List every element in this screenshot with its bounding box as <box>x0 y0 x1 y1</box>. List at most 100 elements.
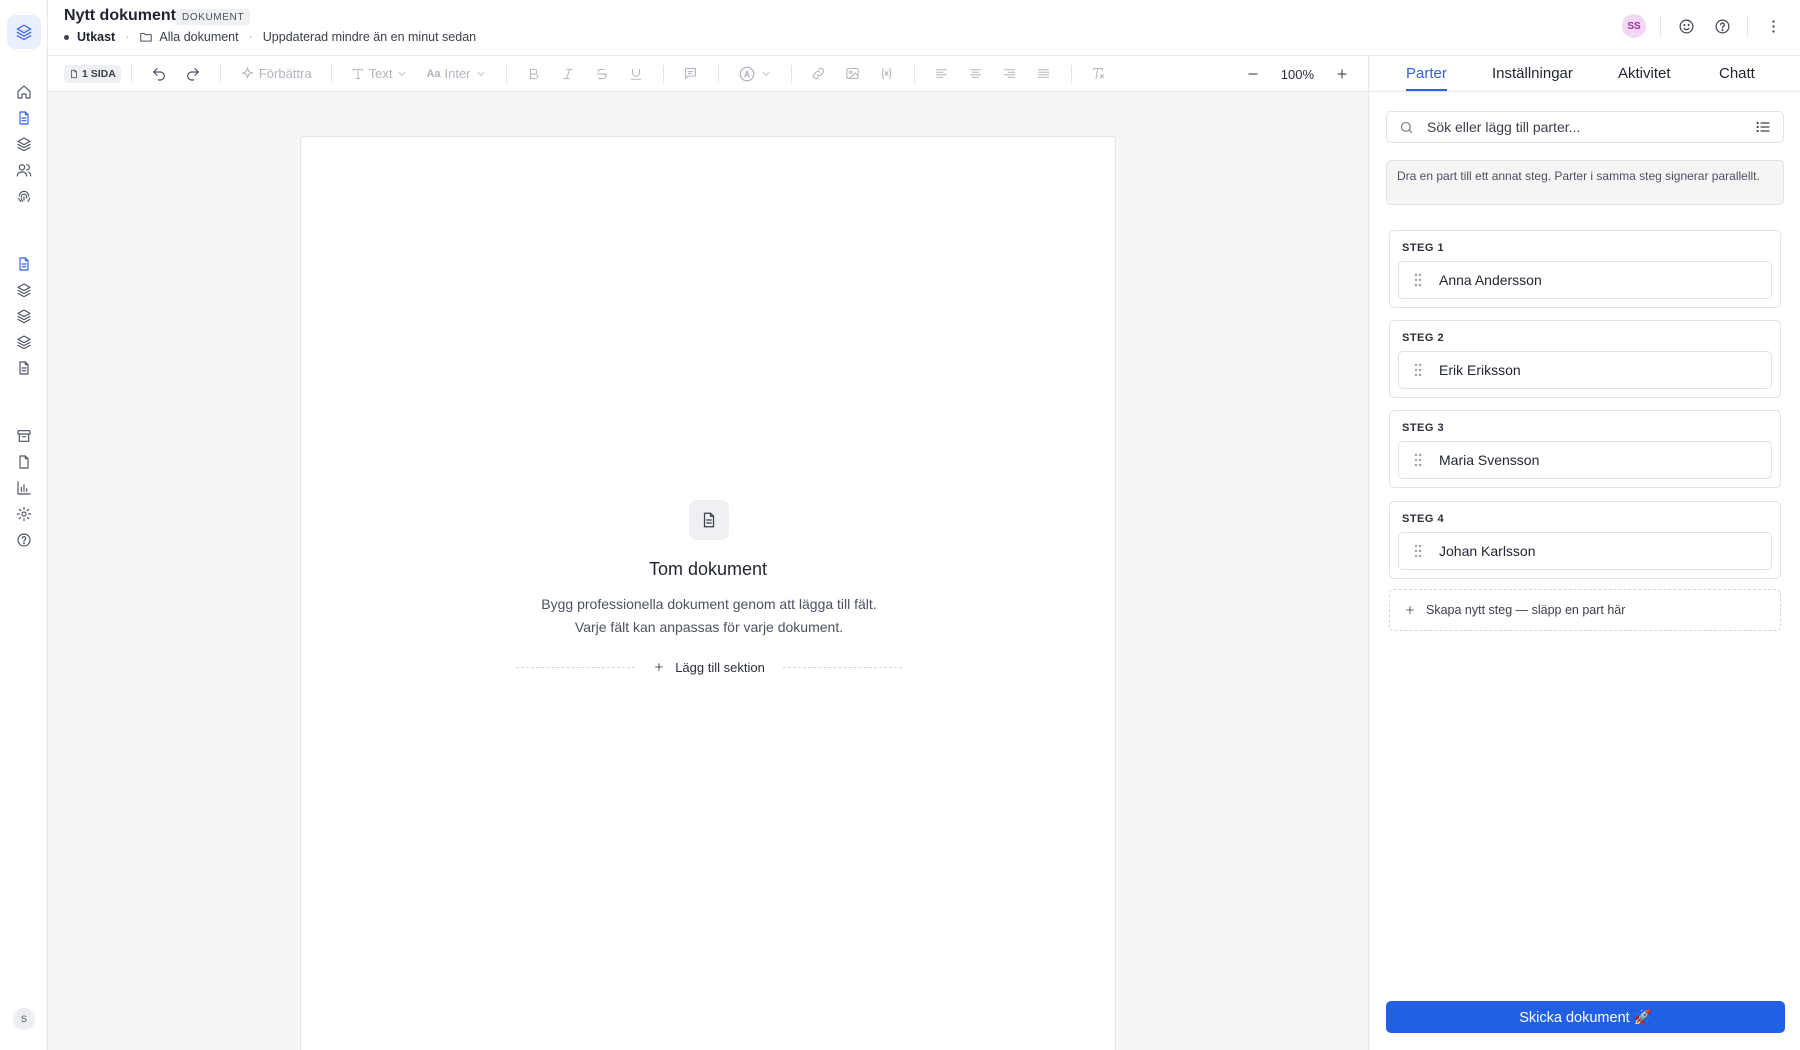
image-icon[interactable] <box>841 62 865 86</box>
step-label: STEG 2 <box>1402 332 1445 344</box>
list-icon[interactable] <box>1755 119 1773 135</box>
toolbar-divider <box>662 64 664 83</box>
signing-order-hint: Dra en part till ett annat steg. Parter … <box>1386 160 1784 205</box>
step-label: STEG 1 <box>1402 242 1445 254</box>
templates-icon[interactable] <box>12 132 36 156</box>
folder-link[interactable]: Alla dokument <box>159 30 238 44</box>
tab-settings[interactable]: Inställningar <box>1492 65 1573 82</box>
parties-panel: Parter Inställningar Aktivitet Chatt Dra… <box>1368 56 1800 1050</box>
add-section-label: Lägg till sektion <box>675 659 765 675</box>
feedback-smiley-icon[interactable] <box>1675 15 1697 37</box>
party-search <box>1386 111 1784 143</box>
archive-icon[interactable] <box>12 424 36 448</box>
tab-chat[interactable]: Chatt <box>1719 65 1755 82</box>
toolbar-divider <box>219 64 221 83</box>
signing-step: STEG 2 Erik Eriksson <box>1389 320 1781 398</box>
document-header: Nytt dokument DOKUMENT Utkast · Alla dok… <box>48 0 1800 56</box>
documents-icon[interactable] <box>12 106 36 130</box>
home-icon[interactable] <box>12 80 36 104</box>
party-name: Maria Svensson <box>1439 452 1540 468</box>
redo-icon[interactable] <box>181 62 205 86</box>
editor-toolbar: 1 SIDA Förbättra Text Aa Inter 100% <box>48 56 1368 92</box>
layers-icon-3[interactable] <box>12 330 36 354</box>
align-justify-icon[interactable] <box>1032 62 1056 86</box>
comment-icon[interactable] <box>679 62 703 86</box>
create-new-step-dropzone[interactable]: Skapa nytt steg — släpp en part här <box>1389 589 1781 631</box>
meta-separator: · <box>248 30 253 44</box>
search-icon <box>1399 120 1415 135</box>
plus-icon <box>655 663 664 671</box>
link-icon[interactable] <box>807 62 831 86</box>
app-logo-icon[interactable] <box>7 15 41 49</box>
zoom-out-icon[interactable] <box>1241 62 1265 86</box>
header-actions: SS <box>1622 14 1784 38</box>
divider <box>1747 16 1748 36</box>
fingerprint-icon[interactable] <box>12 184 36 208</box>
help-circle-icon[interactable] <box>1711 15 1733 37</box>
align-left-icon[interactable] <box>930 62 954 86</box>
step-label: STEG 4 <box>1402 513 1445 525</box>
improve-label: Förbättra <box>258 66 312 81</box>
layers-icon-2[interactable] <box>12 304 36 328</box>
dashed-divider <box>782 666 902 668</box>
italic-icon[interactable] <box>556 62 580 86</box>
drag-handle-icon[interactable] <box>1413 453 1425 467</box>
user-avatar-ss[interactable]: SS <box>1622 14 1646 38</box>
add-section-row: Lägg till sektion <box>516 657 902 677</box>
add-section-button[interactable]: Lägg till sektion <box>635 660 783 675</box>
bold-icon[interactable] <box>522 62 546 86</box>
toolbar-divider <box>790 64 792 83</box>
plus-icon <box>1406 606 1414 614</box>
variable-icon[interactable] <box>875 62 899 86</box>
party-search-input[interactable] <box>1427 119 1755 135</box>
tab-activity[interactable]: Aktivitet <box>1618 65 1671 82</box>
create-new-step-label: Skapa nytt steg — släpp en part här <box>1426 603 1626 617</box>
document-shortcut-icon[interactable] <box>12 252 36 276</box>
dashed-divider <box>516 666 636 668</box>
underline-icon[interactable] <box>624 62 648 86</box>
file-icon[interactable] <box>12 450 36 474</box>
party-card[interactable]: Johan Karlsson <box>1398 532 1772 570</box>
panel-tabs: Parter Inställningar Aktivitet Chatt <box>1369 56 1800 92</box>
improve-button[interactable]: Förbättra <box>236 62 316 86</box>
document-page[interactable]: Tom dokument Bygg professionella dokumen… <box>300 136 1116 1050</box>
help-icon[interactable] <box>12 528 36 552</box>
chevron-down-icon <box>762 71 769 76</box>
user-avatar[interactable]: S <box>13 1008 35 1030</box>
text-color-dropdown[interactable] <box>734 62 776 86</box>
text-style-dropdown[interactable]: Text <box>347 62 413 86</box>
send-document-button[interactable]: Skicka dokument 🚀 <box>1386 1001 1785 1033</box>
page-count-button[interactable]: 1 SIDA <box>64 64 121 83</box>
settings-icon[interactable] <box>12 502 36 526</box>
chart-icon[interactable] <box>12 476 36 500</box>
font-dropdown[interactable]: Aa Inter <box>422 62 490 86</box>
document-canvas: Tom dokument Bygg professionella dokumen… <box>48 92 1368 1050</box>
signing-step: STEG 1 Anna Andersson <box>1389 230 1781 308</box>
toolbar-divider <box>330 64 332 83</box>
divider <box>1660 16 1661 36</box>
toolbar-divider <box>130 64 132 83</box>
align-center-icon[interactable] <box>964 62 988 86</box>
page-title[interactable]: Nytt dokument <box>64 7 176 25</box>
color-circle-icon <box>739 66 754 81</box>
drag-handle-icon[interactable] <box>1413 273 1425 287</box>
signing-step: STEG 3 Maria Svensson <box>1389 410 1781 488</box>
empty-document-icon <box>689 500 729 540</box>
drag-handle-icon[interactable] <box>1413 363 1425 377</box>
undo-icon[interactable] <box>147 62 171 86</box>
file-text-icon[interactable] <box>12 356 36 380</box>
tab-parties[interactable]: Parter <box>1406 65 1447 82</box>
zoom-controls: 100% <box>1241 56 1368 92</box>
more-vertical-icon[interactable] <box>1762 15 1784 37</box>
party-card[interactable]: Anna Andersson <box>1398 261 1772 299</box>
zoom-in-icon[interactable] <box>1330 62 1354 86</box>
clear-formatting-icon[interactable] <box>1087 62 1111 86</box>
toolbar-divider <box>1070 64 1072 83</box>
align-right-icon[interactable] <box>998 62 1022 86</box>
contacts-icon[interactable] <box>12 158 36 182</box>
drag-handle-icon[interactable] <box>1413 544 1425 558</box>
party-card[interactable]: Maria Svensson <box>1398 441 1772 479</box>
strikethrough-icon[interactable] <box>590 62 614 86</box>
party-card[interactable]: Erik Eriksson <box>1398 351 1772 389</box>
layers-icon-1[interactable] <box>12 278 36 302</box>
